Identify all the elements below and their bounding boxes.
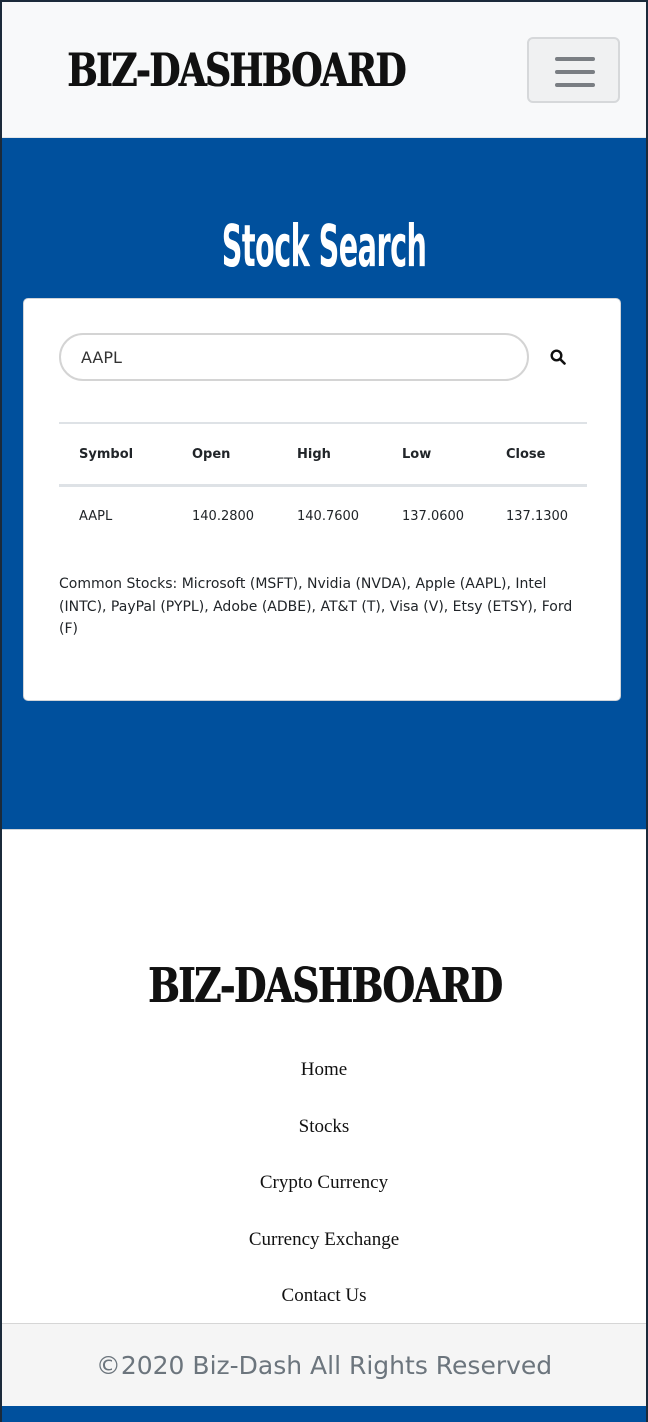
footer-brand-logo: BIZ-DASHBOARD	[147, 958, 502, 1014]
column-header-open: Open	[192, 447, 231, 463]
cell-low: 137.0600	[402, 509, 465, 525]
page-title: Stock Search	[221, 212, 427, 280]
footer-nav: Home Stocks Crypto Currency Currency Exc…	[0, 1055, 648, 1338]
stock-search-card: Symbol Open High Low Close AAPL 140.2800…	[23, 298, 621, 701]
column-header-high: High	[297, 447, 331, 463]
cell-symbol: AAPL	[79, 509, 113, 525]
copyright: ©2020 Biz-Dash All Rights Reserved	[0, 1323, 648, 1406]
search-button[interactable]	[542, 337, 574, 377]
footer-link-stocks[interactable]: Stocks	[0, 1112, 648, 1169]
table-row: AAPL 140.2800 140.7600 137.0600 137.1300	[59, 485, 587, 547]
column-header-close: Close	[506, 447, 546, 463]
stock-table: Symbol Open High Low Close AAPL 140.2800…	[59, 422, 587, 547]
hamburger-menu-icon	[555, 57, 595, 61]
footer: BIZ-DASHBOARD Home Stocks Crypto Currenc…	[0, 829, 648, 1323]
hamburger-menu-icon	[555, 70, 595, 74]
search-input[interactable]	[59, 333, 529, 381]
navbar: BIZ-DASHBOARD	[0, 0, 648, 138]
footer-link-home[interactable]: Home	[0, 1055, 648, 1112]
cell-high: 140.7600	[297, 509, 360, 525]
hamburger-menu-icon	[555, 83, 595, 87]
cell-open: 140.2800	[192, 509, 255, 525]
common-stocks-text: Common Stocks: Microsoft (MSFT), Nvidia …	[59, 576, 573, 637]
column-header-low: Low	[402, 447, 432, 463]
cell-close: 137.1300	[506, 509, 569, 525]
search-icon	[550, 349, 566, 365]
menu-toggle-button[interactable]	[527, 37, 620, 103]
column-header-symbol: Symbol	[79, 447, 134, 463]
table-header-row: Symbol Open High Low Close	[59, 423, 587, 485]
footer-link-currency-exchange[interactable]: Currency Exchange	[0, 1225, 648, 1282]
footer-link-crypto-currency[interactable]: Crypto Currency	[0, 1168, 648, 1225]
brand-logo[interactable]: BIZ-DASHBOARD	[67, 38, 406, 102]
